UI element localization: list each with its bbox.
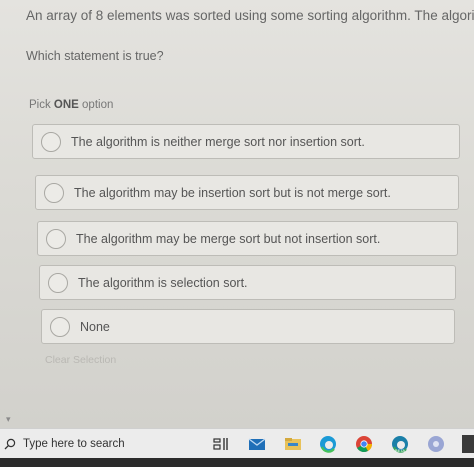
clear-selection-link[interactable]: Clear Selection (45, 354, 116, 366)
option-label: The algorithm is selection sort. (78, 275, 248, 290)
question-text: An array of 8 elements was sorted using … (26, 8, 474, 23)
taskbar-search-box[interactable]: Type here to search (4, 433, 194, 455)
option-label: The algorithm may be insertion sort but … (74, 185, 391, 200)
monitor-bezel (0, 458, 474, 467)
radio-button[interactable] (44, 182, 64, 203)
mail-icon[interactable] (248, 435, 266, 453)
task-view-icon[interactable] (212, 435, 230, 453)
pick-suffix: option (78, 99, 114, 111)
app-icon[interactable] (462, 435, 474, 453)
option-5[interactable]: None (41, 309, 455, 344)
question-prompt: Which statement is true? (26, 49, 164, 63)
radio-button[interactable] (41, 131, 61, 152)
search-icon (4, 438, 16, 450)
edge-beta-icon[interactable]: BETA (391, 435, 409, 453)
option-4[interactable]: The algorithm is selection sort. (39, 265, 456, 300)
radio-button[interactable] (48, 272, 68, 293)
quiz-screen: An array of 8 elements was sorted using … (0, 0, 474, 428)
pick-prefix: Pick (29, 99, 54, 111)
option-label: The algorithm may be merge sort but not … (76, 231, 381, 246)
pick-strong: ONE (53, 99, 79, 111)
pick-one-label: Pick ONE option (29, 99, 113, 111)
radio-button[interactable] (46, 228, 66, 249)
edge-icon[interactable] (319, 435, 337, 453)
option-label: The algorithm is neither merge sort nor … (71, 134, 365, 149)
windows-taskbar: Type here to search BETA (0, 428, 474, 459)
file-explorer-icon[interactable] (284, 435, 302, 453)
chrome-icon[interactable] (355, 435, 373, 453)
app-icon[interactable] (427, 435, 445, 453)
search-placeholder: Type here to search (23, 438, 125, 450)
svg-text:BETA: BETA (395, 448, 405, 453)
radio-button[interactable] (50, 316, 70, 337)
option-3[interactable]: The algorithm may be merge sort but not … (37, 221, 458, 256)
option-1[interactable]: The algorithm is neither merge sort nor … (32, 124, 460, 159)
scroll-down-icon[interactable]: ▾ (6, 414, 11, 425)
option-label: None (80, 319, 110, 334)
option-2[interactable]: The algorithm may be insertion sort but … (35, 175, 459, 210)
